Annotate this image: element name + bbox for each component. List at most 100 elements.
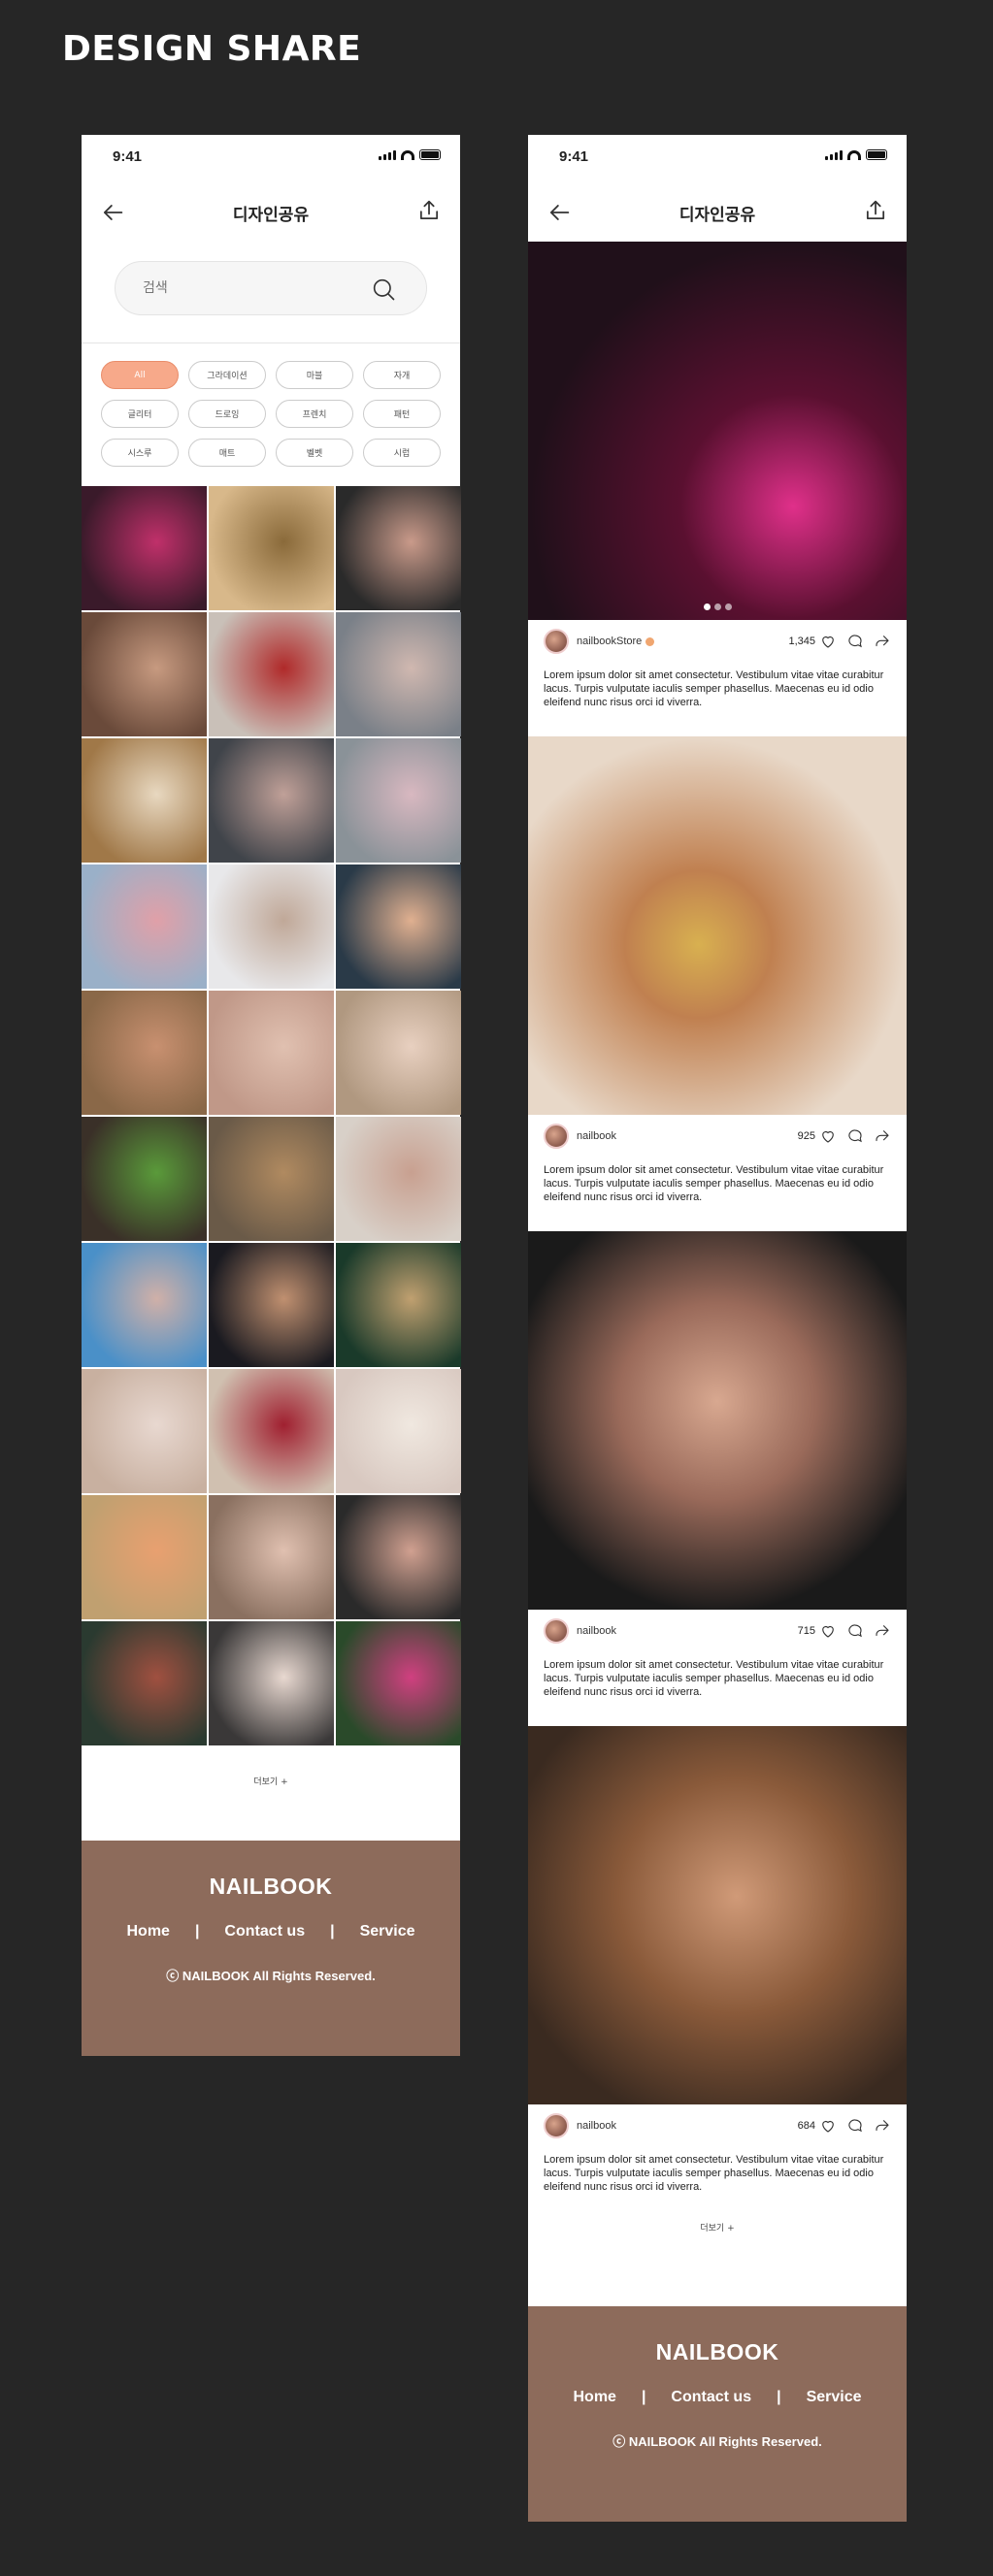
wifi-icon: [847, 150, 861, 160]
design-thumbnail[interactable]: [336, 1621, 461, 1745]
design-thumbnail[interactable]: [209, 991, 334, 1115]
avatar[interactable]: [544, 629, 569, 654]
design-thumbnail[interactable]: [336, 991, 461, 1115]
send-icon[interactable]: [874, 2117, 891, 2135]
send-icon[interactable]: [874, 1127, 891, 1145]
post-image[interactable]: [528, 242, 907, 620]
design-thumbnail[interactable]: [82, 1621, 207, 1745]
design-thumbnail[interactable]: [82, 991, 207, 1115]
status-time: 9:41: [113, 148, 143, 165]
avatar[interactable]: [544, 2113, 569, 2138]
post-handle[interactable]: nailbook: [577, 2120, 616, 2132]
design-thumbnail[interactable]: [336, 1117, 461, 1241]
post-image[interactable]: [528, 1726, 907, 2104]
post-handle[interactable]: nailbook: [577, 1130, 616, 1142]
design-thumbnail[interactable]: [209, 1369, 334, 1493]
filter-chip[interactable]: 매트: [188, 439, 266, 467]
heart-icon[interactable]: [819, 2117, 837, 2135]
filter-chip[interactable]: 자개: [363, 361, 441, 389]
filter-chip[interactable]: 드로잉: [188, 400, 266, 428]
footer-link-home[interactable]: Home: [126, 1923, 169, 1940]
design-thumbnail[interactable]: [209, 1621, 334, 1745]
search-input[interactable]: [143, 279, 356, 295]
post-caption: Lorem ipsum dolor sit amet consectetur. …: [544, 2154, 884, 2193]
filter-chip[interactable]: 시스루: [101, 439, 179, 467]
footer-separator: |: [777, 2389, 781, 2405]
carousel-indicator: [528, 603, 907, 610]
design-thumbnail[interactable]: [82, 1495, 207, 1619]
footer-link-service[interactable]: Service: [360, 1923, 415, 1940]
design-thumbnail[interactable]: [336, 612, 461, 736]
design-thumbnail[interactable]: [336, 1369, 461, 1493]
footer-link-home[interactable]: Home: [573, 2389, 615, 2406]
comment-icon[interactable]: [846, 633, 864, 650]
like-count: 715: [797, 1625, 815, 1637]
design-thumbnail[interactable]: [209, 1495, 334, 1619]
filter-chip[interactable]: 시럽: [363, 439, 441, 467]
design-thumbnail[interactable]: [336, 738, 461, 863]
feed-post: nailbook 715 Lorem ipsum dolor sit amet co…: [528, 1231, 907, 1726]
more-button[interactable]: 더보기 +: [528, 2221, 907, 2234]
design-thumbnail[interactable]: [336, 486, 461, 610]
verified-badge: [645, 636, 655, 646]
avatar[interactable]: [544, 1618, 569, 1644]
post-handle[interactable]: nailbook: [577, 1625, 616, 1637]
feed-post: nailbook 684 Lorem ipsum dolor sit amet co…: [528, 1726, 907, 2221]
comment-icon[interactable]: [846, 1127, 864, 1145]
phone-feed-screen: 9:41 디자인공유 nailbookStore 1,345 Lorem ipsum…: [528, 135, 907, 2522]
design-thumbnail[interactable]: [82, 1243, 207, 1367]
share-icon[interactable]: [415, 197, 443, 224]
design-thumbnail[interactable]: [336, 1243, 461, 1367]
filter-chip[interactable]: 패턴: [363, 400, 441, 428]
send-icon[interactable]: [874, 633, 891, 650]
like-count: 925: [797, 1130, 815, 1142]
filter-chip[interactable]: 글리터: [101, 400, 179, 428]
filter-chip[interactable]: 벨벳: [276, 439, 353, 467]
battery-icon: [866, 149, 887, 160]
comment-icon[interactable]: [846, 1622, 864, 1640]
footer-brand: NAILBOOK: [655, 2339, 779, 2364]
design-thumbnail[interactable]: [82, 1369, 207, 1493]
send-icon[interactable]: [874, 1622, 891, 1640]
design-thumbnail[interactable]: [209, 486, 334, 610]
design-thumbnail[interactable]: [336, 1495, 461, 1619]
footer-separator: |: [330, 1923, 335, 1940]
design-thumbnail[interactable]: [209, 1243, 334, 1367]
status-bar: 9:41: [528, 135, 907, 181]
footer-link-contact[interactable]: Contact us: [671, 2389, 751, 2406]
design-thumbnail[interactable]: [82, 864, 207, 989]
more-button[interactable]: 더보기 +: [82, 1775, 460, 1787]
design-thumbnail[interactable]: [209, 1117, 334, 1241]
filter-chip[interactable]: 프렌치: [276, 400, 353, 428]
feed-post: nailbook 925 Lorem ipsum dolor sit amet co…: [528, 736, 907, 1231]
wifi-icon: [401, 150, 414, 160]
filter-chip[interactable]: 그라데이션: [188, 361, 266, 389]
comment-icon[interactable]: [846, 2117, 864, 2135]
share-icon[interactable]: [862, 197, 889, 224]
design-thumbnail[interactable]: [82, 738, 207, 863]
filter-chip[interactable]: 마블: [276, 361, 353, 389]
post-image[interactable]: [528, 736, 907, 1115]
heart-icon[interactable]: [819, 1127, 837, 1145]
design-thumbnail[interactable]: [209, 864, 334, 989]
design-thumbnail[interactable]: [82, 612, 207, 736]
design-thumbnail[interactable]: [209, 612, 334, 736]
avatar[interactable]: [544, 1124, 569, 1149]
footer-link-contact[interactable]: Contact us: [224, 1923, 305, 1940]
heart-icon[interactable]: [819, 633, 837, 650]
like-count: 1,345: [788, 636, 815, 647]
post-image[interactable]: [528, 1231, 907, 1610]
design-thumbnail[interactable]: [209, 738, 334, 863]
status-bar: 9:41: [82, 135, 460, 181]
search-icon[interactable]: [370, 276, 397, 303]
filter-chip[interactable]: All: [101, 361, 179, 389]
design-thumbnail[interactable]: [82, 486, 207, 610]
post-handle[interactable]: nailbookStore: [577, 636, 642, 647]
post-meta: nailbook 925: [528, 1115, 907, 1158]
screen-title: 디자인공유: [232, 206, 310, 225]
design-thumbnail[interactable]: [336, 864, 461, 989]
design-thumbnail[interactable]: [82, 1117, 207, 1241]
footer-link-service[interactable]: Service: [807, 2389, 862, 2406]
footer-copyright: ⓒ NAILBOOK All Rights Reserved.: [166, 1969, 376, 1983]
heart-icon[interactable]: [819, 1622, 837, 1640]
